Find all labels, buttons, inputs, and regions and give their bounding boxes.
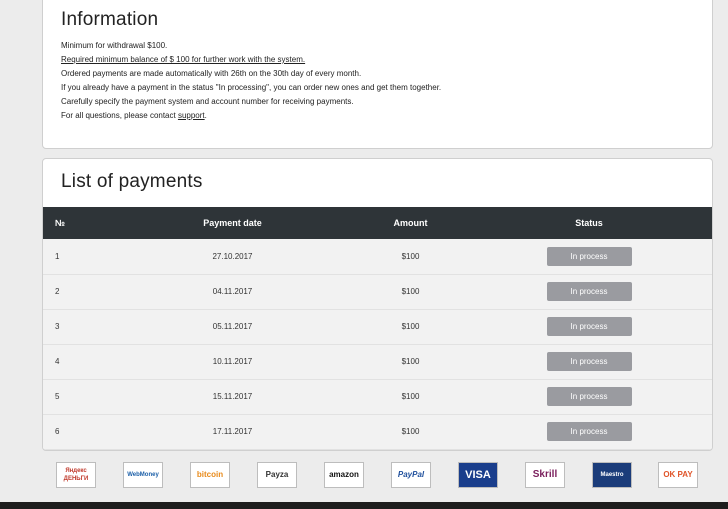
row-amount: $100 bbox=[401, 427, 420, 436]
table-row: 3 05.11.2017 $100 In process bbox=[43, 309, 712, 344]
row-date: 04.11.2017 bbox=[212, 287, 253, 296]
row-status-cell: In process bbox=[465, 309, 712, 344]
payments-table-header: № Payment date Amount Status bbox=[43, 207, 712, 239]
visa-logo: VISA bbox=[458, 462, 498, 488]
row-amount: $100 bbox=[401, 392, 420, 401]
row-amount: $100 bbox=[401, 322, 420, 331]
row-date: 17.11.2017 bbox=[212, 427, 253, 436]
info-line-processing: If you already have a payment in the sta… bbox=[61, 83, 442, 92]
amazon-logo: amazon bbox=[324, 462, 364, 488]
information-text: Minimum for withdrawal $100. Required mi… bbox=[61, 39, 441, 123]
contact-prefix: For all questions, please contact bbox=[61, 111, 178, 120]
info-line-specify: Carefully specify the payment system and… bbox=[61, 97, 354, 106]
row-status-cell: In process bbox=[465, 274, 712, 309]
okpay-logo: OK PAY bbox=[658, 462, 698, 488]
yandex-money-logo: Яндекс ДЕНЬГИ bbox=[56, 462, 96, 488]
header-payment-date: Payment date bbox=[203, 218, 262, 228]
table-row: 6 17.11.2017 $100 In process bbox=[43, 414, 712, 449]
info-line-schedule: Ordered payments are made automatically … bbox=[61, 69, 362, 78]
paypal-logo: PayPal bbox=[391, 462, 431, 488]
payments-title: List of payments bbox=[61, 171, 203, 192]
payments-table: № Payment date Amount Status 1 27.10.201… bbox=[43, 207, 712, 450]
row-number: 5 bbox=[55, 392, 60, 401]
row-status-cell: In process bbox=[465, 379, 712, 414]
row-amount: $100 bbox=[401, 287, 420, 296]
skrill-logo: Skrill bbox=[525, 462, 565, 488]
information-panel: Information Minimum for withdrawal $100.… bbox=[42, 0, 713, 149]
footer-bar bbox=[0, 502, 728, 509]
row-number: 2 bbox=[55, 287, 60, 296]
table-row: 2 04.11.2017 $100 In process bbox=[43, 274, 712, 309]
row-number: 3 bbox=[55, 322, 60, 331]
payza-logo: Payza bbox=[257, 462, 297, 488]
row-amount: $100 bbox=[401, 251, 420, 261]
support-link[interactable]: support bbox=[178, 111, 205, 120]
row-date: 05.11.2017 bbox=[212, 322, 253, 331]
row-date: 15.11.2017 bbox=[212, 392, 253, 401]
table-row: 5 15.11.2017 $100 In process bbox=[43, 379, 712, 414]
status-badge: In process bbox=[546, 352, 632, 371]
table-row: 4 10.11.2017 $100 In process bbox=[43, 344, 712, 379]
payments-panel: List of payments № Payment date Amount S… bbox=[42, 158, 713, 451]
contact-suffix: . bbox=[204, 111, 207, 120]
header-status: Status bbox=[575, 218, 603, 228]
row-status-cell: In process bbox=[465, 414, 712, 449]
row-number: 1 bbox=[55, 251, 60, 261]
row-status-cell: In process bbox=[465, 239, 712, 274]
information-title: Information bbox=[61, 9, 159, 30]
maestro-logo: Maestro bbox=[592, 462, 632, 488]
info-line-minimum: Minimum for withdrawal $100. bbox=[61, 41, 168, 50]
row-date: 10.11.2017 bbox=[212, 357, 253, 366]
header-number: № bbox=[55, 218, 66, 228]
info-line-contact: For all questions, please contact suppor… bbox=[61, 109, 441, 123]
row-number: 6 bbox=[55, 427, 60, 436]
row-number: 4 bbox=[55, 357, 60, 366]
webmoney-logo: WebMoney bbox=[123, 462, 163, 488]
status-badge: In process bbox=[546, 422, 632, 441]
status-badge: In process bbox=[546, 282, 632, 301]
payment-systems-strip: Яндекс ДЕНЬГИ WebMoney bitcoin Payza ama… bbox=[56, 462, 698, 488]
table-row: 1 27.10.2017 $100 In process bbox=[43, 239, 712, 274]
row-date: 27.10.2017 bbox=[212, 251, 253, 261]
row-amount: $100 bbox=[401, 357, 420, 366]
status-badge: In process bbox=[546, 246, 632, 266]
bitcoin-logo: bitcoin bbox=[190, 462, 230, 488]
row-status-cell: In process bbox=[465, 344, 712, 379]
status-badge: In process bbox=[546, 387, 632, 406]
info-line-balance: Required minimum balance of $ 100 for fu… bbox=[61, 55, 306, 64]
header-amount: Amount bbox=[393, 218, 428, 228]
status-badge: In process bbox=[546, 317, 632, 336]
